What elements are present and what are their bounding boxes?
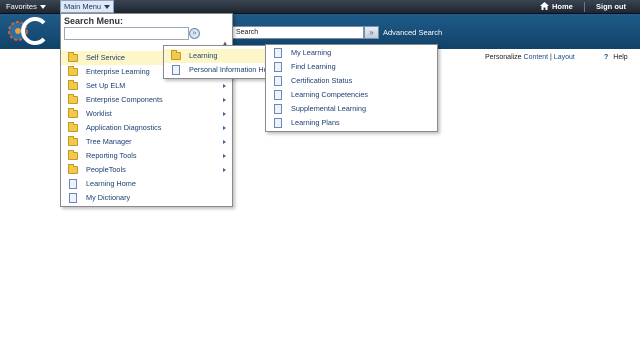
main-menu-button[interactable]: Main Menu	[60, 0, 115, 13]
search-menu-title: Search Menu:	[64, 16, 124, 26]
search-go-button[interactable]: »	[364, 26, 379, 39]
folder-icon	[68, 66, 78, 76]
menu-item-personal-information[interactable]: Personal Information Ho	[164, 63, 280, 77]
chevron-right-icon	[223, 84, 226, 88]
chevron-down-icon	[39, 5, 46, 10]
personalize-content-link[interactable]: Content	[524, 54, 549, 61]
menu-item-my-dictionary[interactable]: My Dictionary	[61, 191, 232, 205]
chevron-right-icon	[223, 154, 226, 158]
advanced-search-link[interactable]: Advanced Search	[383, 27, 442, 38]
document-icon	[172, 65, 180, 75]
chevron-right-icon	[223, 112, 226, 116]
links-separator: |	[550, 54, 552, 61]
menu-item-worklist[interactable]: Worklist	[61, 107, 232, 121]
folder-icon	[68, 52, 78, 62]
chevron-right-icon	[223, 168, 226, 172]
nav-divider	[584, 2, 585, 12]
personalize-label: Personalize	[485, 54, 522, 61]
document-icon	[274, 62, 282, 72]
menu-item-set-up-elm[interactable]: Set Up ELM	[61, 79, 232, 93]
menu-item-label: My Learning	[291, 48, 332, 57]
chevron-down-icon	[104, 5, 111, 10]
menu-item-label: Tree Manager	[86, 137, 132, 146]
folder-icon	[68, 80, 78, 90]
menu-item-label: Learning Plans	[291, 118, 340, 127]
top-nav-bar: Favorites Main Menu Home Sign out	[0, 0, 640, 14]
menu-item-label: Learning Competencies	[291, 90, 369, 99]
menu-search-input[interactable]	[64, 27, 189, 40]
document-icon	[274, 104, 282, 114]
signout-link[interactable]: Sign out	[592, 0, 630, 14]
learning-submenu: My Learning Find Learning Certification …	[265, 44, 438, 132]
menu-item-label: Find Learning	[291, 62, 336, 71]
menu-item-label: PeopleTools	[86, 165, 126, 174]
menu-item-label: Enterprise Components	[86, 95, 163, 104]
favorites-label: Favorites	[6, 2, 37, 11]
document-icon	[274, 118, 282, 128]
home-link[interactable]: Home	[536, 0, 577, 14]
chevron-right-icon	[223, 98, 226, 102]
menu-item-learning-competencies[interactable]: Learning Competencies	[266, 88, 437, 102]
document-icon	[274, 90, 282, 100]
chevron-right-icon	[223, 126, 226, 130]
folder-icon	[68, 164, 78, 174]
menu-item-certification-status[interactable]: Certification Status	[266, 74, 437, 88]
menu-item-label: Personal Information Ho	[189, 65, 268, 74]
menu-item-label: Supplemental Learning	[291, 104, 367, 113]
menu-item-supplemental-learning[interactable]: Supplemental Learning	[266, 102, 437, 116]
menu-item-label: Learning Home	[86, 179, 136, 188]
menu-item-reporting-tools[interactable]: Reporting Tools	[61, 149, 232, 163]
company-logo	[8, 17, 46, 45]
menu-item-application-diagnostics[interactable]: Application Diagnostics	[61, 121, 232, 135]
help-link[interactable]: ? Help	[604, 53, 628, 63]
menu-item-tree-manager[interactable]: Tree Manager	[61, 135, 232, 149]
menu-item-enterprise-components[interactable]: Enterprise Components	[61, 93, 232, 107]
home-icon	[540, 2, 549, 10]
menu-item-label: Reporting Tools	[86, 151, 137, 160]
menu-item-label: Set Up ELM	[86, 81, 126, 90]
document-icon	[69, 193, 77, 203]
double-chevron-right-icon: »	[369, 28, 374, 37]
menu-item-label: Application Diagnostics	[86, 123, 162, 132]
folder-icon	[171, 50, 181, 60]
menu-item-label: Enterprise Learning	[86, 67, 150, 76]
menu-item-label: Worklist	[86, 109, 112, 118]
folder-icon	[68, 94, 78, 104]
menu-item-label: Certification Status	[291, 76, 353, 85]
folder-icon	[68, 136, 78, 146]
menu-item-label: Learning	[189, 51, 218, 60]
home-label: Home	[552, 2, 573, 11]
folder-icon	[68, 122, 78, 132]
help-label: Help	[613, 54, 628, 61]
menu-item-my-learning[interactable]: My Learning	[266, 46, 437, 60]
menu-item-learning-plans[interactable]: Learning Plans	[266, 116, 437, 130]
help-icon: ?	[604, 54, 609, 61]
double-chevron-right-icon: »	[192, 30, 197, 37]
signout-label: Sign out	[596, 2, 626, 11]
personalize-links: Personalize Content | Layout	[485, 53, 575, 63]
document-icon	[274, 48, 282, 58]
menu-item-learning-home[interactable]: Learning Home	[61, 177, 232, 191]
self-service-submenu: Learning Personal Information Ho	[163, 45, 281, 79]
document-icon	[69, 179, 77, 189]
chevron-right-icon	[223, 140, 226, 144]
global-search-input[interactable]: Search	[232, 26, 364, 39]
folder-icon	[68, 108, 78, 118]
menu-item-peopletools[interactable]: PeopleTools	[61, 163, 232, 177]
menu-search-go-button[interactable]: »	[189, 28, 200, 39]
menu-item-learning[interactable]: Learning	[164, 49, 280, 63]
personalize-layout-link[interactable]: Layout	[554, 54, 575, 61]
favorites-menu[interactable]: Favorites	[2, 0, 50, 14]
folder-icon	[68, 150, 78, 160]
main-menu-dropdown: Search Menu: » ▲▼ Self Service Enterpris…	[60, 13, 233, 207]
document-icon	[274, 76, 282, 86]
menu-item-label: My Dictionary	[86, 193, 131, 202]
main-menu-label: Main Menu	[64, 2, 102, 11]
menu-item-find-learning[interactable]: Find Learning	[266, 60, 437, 74]
menu-item-label: Self Service	[86, 53, 125, 62]
